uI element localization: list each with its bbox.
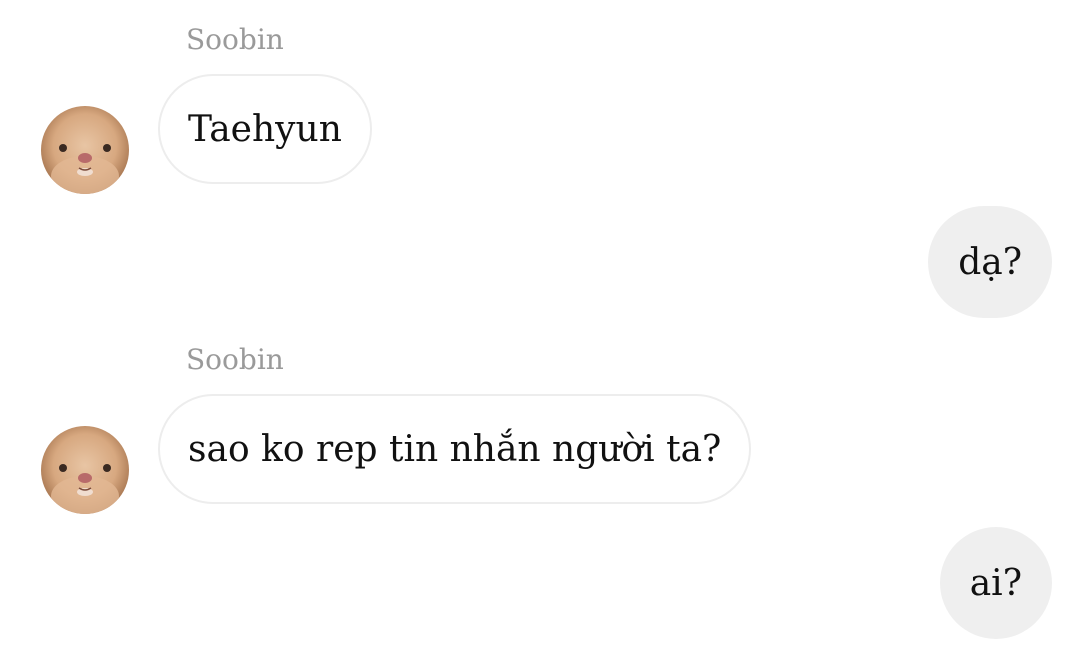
- message-bubble-outgoing[interactable]: ai?: [939, 527, 1052, 639]
- message-text: ai?: [969, 562, 1022, 604]
- message-bubble-incoming[interactable]: sao ko rep tin nhắn người ta?: [158, 394, 752, 504]
- chat-thread: Soobin Taehyun dạ? Soobin sao ko rep tin…: [0, 0, 1080, 659]
- message-bubble-incoming[interactable]: Taehyun: [158, 74, 372, 184]
- sender-name: Soobin: [186, 343, 284, 376]
- message-text: dạ?: [958, 241, 1022, 283]
- hamster-avatar[interactable]: [41, 426, 129, 514]
- hamster-avatar[interactable]: [41, 106, 129, 194]
- message-text: sao ko rep tin nhắn người ta?: [188, 428, 722, 470]
- message-text: Taehyun: [188, 108, 342, 150]
- sender-name: Soobin: [186, 23, 284, 56]
- message-bubble-outgoing[interactable]: dạ?: [928, 206, 1052, 318]
